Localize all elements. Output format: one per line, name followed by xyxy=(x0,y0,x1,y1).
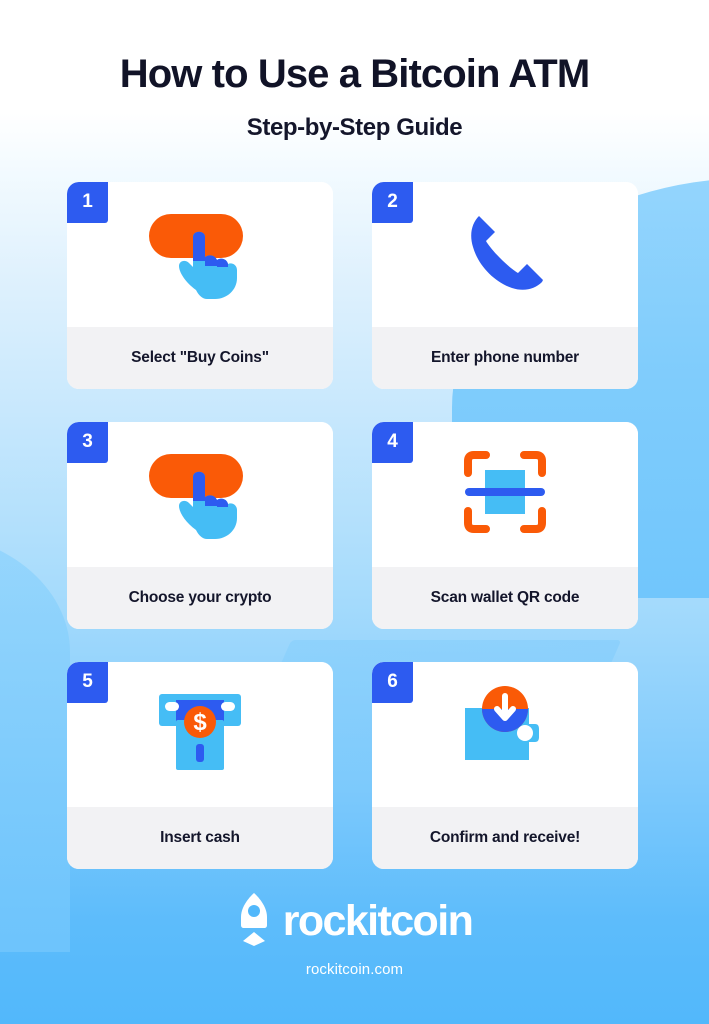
page-footer: rockitcoin rockitcoin.com xyxy=(0,891,709,978)
step-caption: Insert cash xyxy=(67,806,333,869)
phone-handset-icon xyxy=(457,204,553,305)
step-number-badge: 4 xyxy=(372,421,413,463)
step-number-badge: 2 xyxy=(372,181,413,223)
page-subtitle: Step-by-Step Guide xyxy=(246,113,463,141)
infographic-page: How to Use a Bitcoin ATM Step-by-Step Gu… xyxy=(0,0,709,1024)
step-caption: Scan wallet QR code xyxy=(372,566,638,629)
tap-button-icon xyxy=(141,204,259,305)
brand-url: rockitcoin.com xyxy=(305,961,404,978)
step-caption: Choose your crypto xyxy=(67,566,333,629)
page-header: How to Use a Bitcoin ATM Step-by-Step Gu… xyxy=(0,0,709,142)
brand-name: rockitcoin xyxy=(282,897,474,945)
atm-cash-slot-icon: $ xyxy=(154,686,246,783)
steps-grid: 1 Select "Buy Coins" 2 Enter phone numbe… xyxy=(67,181,642,869)
tap-button-icon xyxy=(141,444,259,545)
step-caption: Confirm and receive! xyxy=(372,806,638,869)
step-card: 2 Enter phone number xyxy=(372,181,638,389)
step-caption: Enter phone number xyxy=(372,326,638,389)
step-card: 6 Confirm and receive! xyxy=(372,661,638,869)
page-title: How to Use a Bitcoin ATM xyxy=(119,52,590,96)
step-number-badge: 6 xyxy=(372,661,413,703)
step-card: 3 Choose your crypto xyxy=(67,421,333,629)
wallet-download-icon xyxy=(459,685,551,783)
step-card: 1 Select "Buy Coins" xyxy=(67,181,333,389)
step-card: 4 Scan wallet QR code xyxy=(372,421,638,629)
qr-scan-icon xyxy=(460,447,550,542)
step-number-badge: 1 xyxy=(67,181,108,223)
step-number-badge: 3 xyxy=(67,421,108,463)
svg-text:$: $ xyxy=(193,709,207,736)
step-caption: Select "Buy Coins" xyxy=(67,326,333,389)
step-card: 5 $ Insert cash xyxy=(67,661,333,869)
brand-logo: rockitcoin xyxy=(237,891,474,952)
rockitcoin-rocket-logo-icon xyxy=(237,891,271,952)
step-number-badge: 5 xyxy=(67,661,108,703)
